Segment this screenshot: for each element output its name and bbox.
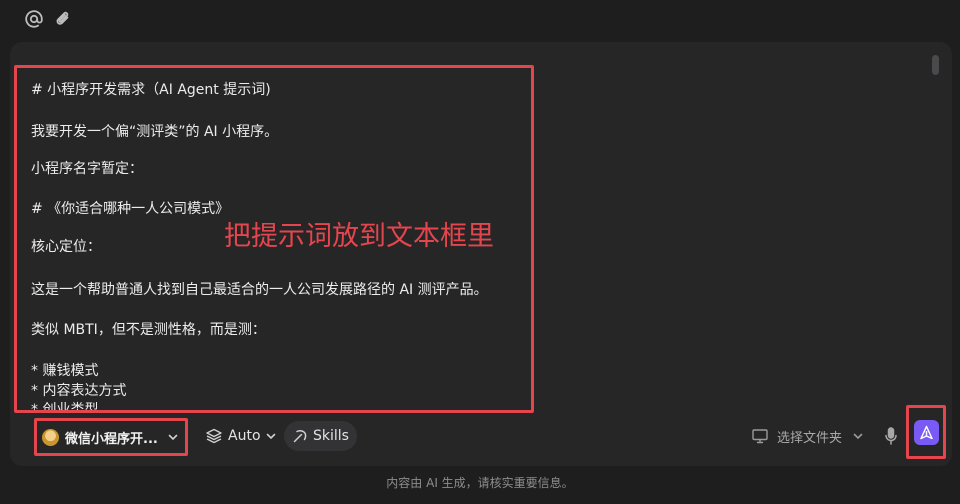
prompt-line: 我要开发一个偏“测评类”的 AI 小程序。 — [31, 124, 279, 140]
chevron-down-icon — [167, 431, 179, 443]
send-icon — [919, 425, 934, 440]
prompt-line: * 内容表达方式 — [31, 383, 127, 399]
prompt-line: 核心定位： — [31, 239, 101, 255]
monitor-icon — [751, 427, 769, 445]
folder-label: 选择文件夹 — [777, 430, 843, 446]
avatar — [42, 428, 59, 446]
ai-disclaimer: 内容由 AI 生成，请核实重要信息。 — [386, 476, 574, 490]
workspace-select[interactable]: 微信小程序开... — [34, 418, 188, 456]
mode-label: Auto — [228, 428, 261, 444]
scrollbar-thumb[interactable] — [932, 55, 939, 75]
skills-button[interactable]: Skills — [284, 421, 357, 451]
prompt-line: * 赚钱模式 — [31, 363, 99, 379]
at-icon[interactable] — [24, 9, 44, 29]
pickaxe-icon — [292, 428, 308, 444]
prompt-line: 类似 MBTI，但不是测性格，而是测： — [31, 322, 266, 338]
send-highlight — [906, 405, 946, 459]
folder-select[interactable]: 选择文件夹 — [751, 426, 864, 446]
chevron-down-icon — [265, 430, 277, 442]
annotation-text: 把提示词放到文本框里 — [224, 221, 494, 252]
layers-icon — [205, 427, 223, 445]
skills-label: Skills — [313, 428, 349, 444]
microphone-button[interactable] — [883, 426, 899, 446]
send-button[interactable] — [914, 420, 939, 445]
prompt-line: 这是一个帮助普通人找到自己最适合的一人公司发展路径的 AI 测评产品。 — [31, 282, 488, 298]
prompt-line: * 创业类型 — [31, 402, 99, 413]
workspace-label: 微信小程序开... — [65, 431, 158, 447]
prompt-line: # 小程序开发需求（AI Agent 提示词) — [31, 82, 271, 98]
top-toolbar — [0, 0, 960, 40]
chevron-down-icon — [852, 430, 864, 442]
paperclip-icon[interactable] — [53, 9, 73, 29]
mode-select[interactable]: Auto — [205, 426, 277, 446]
microphone-icon — [883, 426, 899, 446]
prompt-line: 小程序名字暂定： — [31, 161, 143, 177]
prompt-line: # 《你适合哪种一人公司模式》 — [31, 201, 230, 217]
